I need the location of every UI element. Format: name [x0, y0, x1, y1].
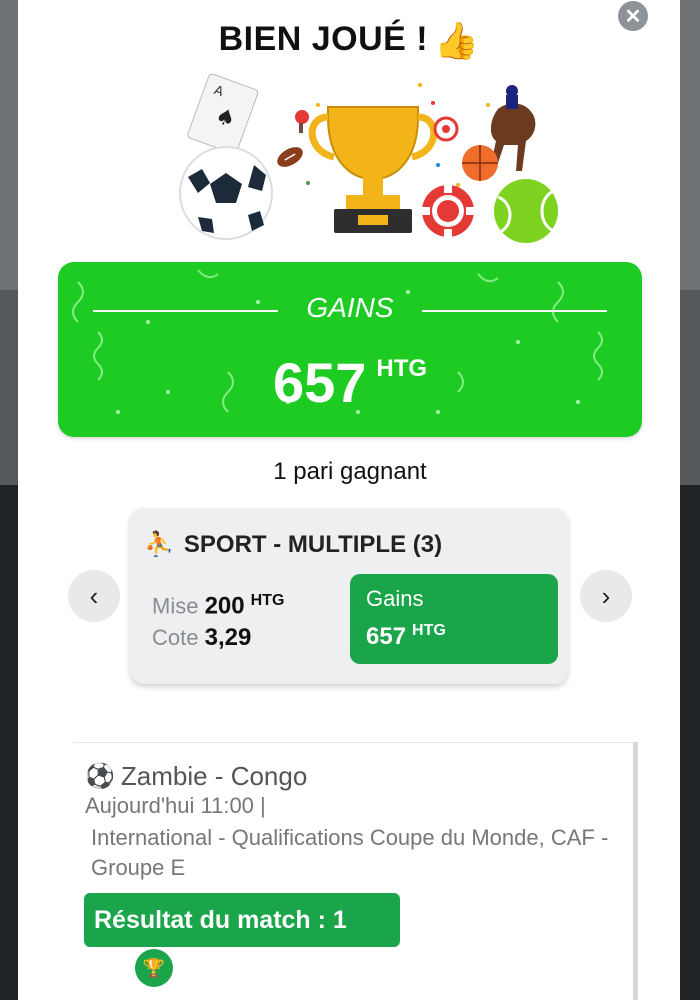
celebration-illustration: A ♠ [179, 73, 558, 243]
win-modal: ✕ BIEN JOUÉ ! 👍 A ♠ GAINS 657 HTG 1 pari… [18, 0, 680, 1000]
winnings-label: Gains [366, 586, 424, 611]
bet-type-label: SPORT - MULTIPLE (3) [183, 530, 443, 558]
tennis-ball-icon [494, 179, 558, 243]
gains-amount: 657 HTG [58, 350, 642, 415]
stake-label: Mise [152, 593, 199, 619]
gains-banner: GAINS 657 HTG [58, 262, 642, 437]
title-text: BIEN JOUÉ ! [218, 20, 429, 58]
playing-card-icon: A ♠ [187, 73, 259, 155]
bet-card[interactable]: ⛹ SPORT - MULTIPLE (3) Mise 200 HTG Cote … [130, 508, 568, 684]
event-details: ⚽ Zambie - Congo Aujourd'hui 11:00 | Int… [73, 742, 633, 1000]
stake-row: Mise 200 HTG [152, 592, 284, 620]
gains-amount-value: 657 [272, 351, 367, 414]
winning-bets-count: 1 pari gagnant [273, 458, 427, 485]
dart-target-icon [433, 116, 459, 142]
match-name: Zambie - Congo [120, 761, 308, 791]
gains-label: GAINS [306, 292, 394, 323]
competition-name: International - Qualifications Coupe du … [91, 825, 609, 880]
close-icon[interactable]: ✕ [618, 1, 648, 31]
thumbs-up-icon: 👍 [434, 20, 480, 61]
winnings-value: 657 [366, 623, 407, 650]
chevron-left-icon[interactable]: ‹ [68, 570, 120, 622]
soccer-ball-icon [179, 146, 273, 240]
stake-currency: HTG [250, 592, 285, 609]
modal-title: BIEN JOUÉ ! 👍 [18, 20, 680, 62]
basketball-icon [462, 145, 498, 181]
soccer-ball-icon: ⚽ [85, 763, 115, 790]
event-scrollbar[interactable] [633, 742, 638, 1000]
winnings-currency: HTG [412, 622, 446, 639]
chevron-right-icon[interactable]: › [580, 570, 632, 622]
sport-running-icon: ⛹ [144, 531, 174, 558]
bet-card-heading: ⛹ SPORT - MULTIPLE (3) [144, 530, 442, 559]
bet-winnings-box: Gains 657 HTG [350, 574, 558, 664]
odds-value: 3,29 [204, 624, 252, 651]
stake-value: 200 [204, 592, 245, 620]
winnings-value-row: 657 HTG [366, 622, 446, 651]
match-datetime: Aujourd'hui 11:00 | [85, 793, 266, 818]
trophy-icon: 🏆 [135, 949, 173, 987]
match-title: ⚽ Zambie - Congo [85, 761, 307, 792]
ping-pong-icon [295, 110, 309, 133]
odds-label: Cote [152, 625, 199, 650]
odds-row: Cote 3,29 [152, 624, 251, 652]
gains-amount-currency: HTG [376, 355, 428, 382]
match-result-badge: Résultat du match : 1 [84, 893, 400, 947]
american-football-icon [277, 147, 303, 167]
trophy-icon [308, 106, 438, 233]
poker-chip-icon [422, 185, 474, 237]
